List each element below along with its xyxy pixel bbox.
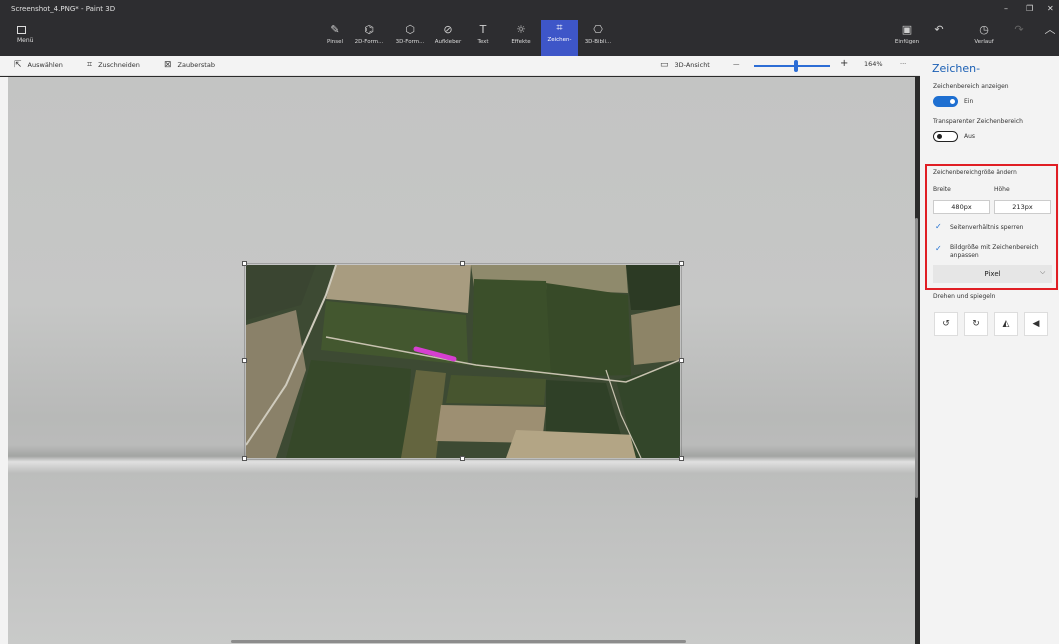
transparent-canvas-toggle[interactable] [933, 131, 958, 142]
canvas-handle-left[interactable] [242, 358, 247, 363]
show-canvas-state: Ein [964, 98, 974, 105]
history-icon: ◷ [979, 23, 989, 36]
canvas-panel: Zeichen- Zeichenbereich anzeigen Ein Tra… [920, 56, 1059, 644]
text-icon: T [479, 23, 487, 36]
brush-icon: ✎ [330, 23, 340, 36]
paste-button[interactable]: ▣ Einfügen [892, 22, 922, 54]
sticker-icon: ⊘ [443, 23, 453, 36]
3d-shapes-icon: ⬡ [405, 23, 415, 36]
history-button[interactable]: ◷ Verlauf [969, 22, 999, 54]
canvas-handle-top-right[interactable] [679, 261, 684, 266]
plus-icon: + [840, 58, 849, 69]
tool-effects[interactable]: ☼ Effekte [506, 22, 536, 54]
rotate-left-icon: ↺ [942, 319, 950, 329]
flip-vertical-button[interactable]: ◀ [1024, 312, 1048, 336]
zoom-slider-thumb[interactable] [793, 60, 798, 72]
flip-horizontal-button[interactable]: ◭ [994, 312, 1018, 336]
tool-3d-shapes[interactable]: ⬡ 3D-Form... [392, 22, 428, 54]
canvas-handle-bottom-left[interactable] [242, 456, 247, 461]
tool-canvas[interactable]: ⌗ Zeichen- [541, 20, 578, 56]
rotate-right-button[interactable]: ↻ [964, 312, 988, 336]
horizontal-scrollbar[interactable] [231, 640, 686, 643]
menu-icon [17, 26, 26, 34]
highlight-annotation [925, 164, 1058, 290]
window-title: Screenshot_4.PNG* - Paint 3D [11, 5, 116, 13]
panel-title: Zeichen- [932, 62, 981, 75]
undo-icon: ↶ [934, 23, 944, 36]
more-options-button[interactable]: ··· [900, 60, 906, 68]
canvas-handle-bottom[interactable] [460, 456, 465, 461]
minimize-icon[interactable]: – [1004, 4, 1008, 13]
workspace-edge [0, 77, 8, 644]
redo-icon: ↷ [1014, 23, 1024, 36]
rotate-left-button[interactable]: ↺ [934, 312, 958, 336]
redo-button[interactable]: ↷ [1011, 22, 1027, 54]
zoom-in-button[interactable]: + [840, 58, 848, 69]
canvas-handle-top[interactable] [460, 261, 465, 266]
rotate-right-icon: ↻ [972, 319, 980, 329]
select-button[interactable]: ⇱ Auswählen [14, 60, 63, 70]
tool-text[interactable]: T Text [470, 22, 496, 54]
tool-brushes[interactable]: ✎ Pinsel [322, 22, 348, 54]
2d-shapes-icon: ⌬ [364, 23, 374, 36]
transparent-canvas-label: Transparenter Zeichenbereich [933, 118, 1023, 125]
tool-stickers[interactable]: ⊘ Aufkleber [431, 22, 465, 54]
cursor-icon: ⇱ [14, 60, 22, 70]
more-icon: ··· [900, 60, 907, 68]
zoom-slider-track[interactable] [754, 65, 830, 67]
menu-label: Menü [17, 37, 34, 44]
effects-icon: ☼ [516, 23, 526, 36]
magic-select-button[interactable]: ⊠ Zauberstab [164, 60, 215, 70]
close-icon[interactable]: ✕ [1047, 4, 1054, 13]
flip-horizontal-icon: ◭ [1002, 319, 1010, 329]
show-canvas-label: Zeichenbereich anzeigen [933, 83, 1009, 90]
tool-3d-library[interactable]: ⎔ 3D-Bibli... [581, 22, 615, 54]
3d-view-button[interactable]: ▭ 3D-Ansicht [660, 60, 710, 70]
undo-button[interactable]: ↶ [930, 22, 948, 54]
flip-vertical-icon: ◀ [1032, 319, 1040, 329]
show-canvas-toggle[interactable] [933, 96, 958, 107]
collapse-ribbon-button[interactable]: ︿ [1043, 22, 1057, 54]
transparent-canvas-state: Aus [964, 133, 976, 140]
tool-2d-shapes[interactable]: ⌬ 2D-Form... [351, 22, 387, 54]
toolbar: ⇱ Auswählen ⌗ Zuschneiden ⊠ Zauberstab ▭… [0, 56, 920, 76]
rotate-flip-title: Drehen und spiegeln [933, 293, 996, 300]
canvas-icon: ⌗ [556, 21, 563, 34]
chevron-up-icon: ︿ [1044, 23, 1056, 36]
crop-button[interactable]: ⌗ Zuschneiden [87, 60, 140, 70]
vertical-scrollbar[interactable] [915, 218, 918, 498]
aerial-photo [246, 265, 680, 458]
canvas-handle-bottom-right[interactable] [679, 456, 684, 461]
magic-select-icon: ⊠ [164, 60, 172, 70]
crop-icon: ⌗ [87, 60, 93, 70]
3d-library-icon: ⎔ [593, 23, 603, 36]
zoom-value: 164% [864, 60, 883, 68]
clipboard-icon: ▣ [901, 23, 913, 36]
menu-button[interactable]: Menü [12, 22, 44, 50]
zoom-out-button[interactable]: — [733, 60, 740, 68]
minus-icon: — [733, 60, 740, 68]
title-bar: Screenshot_4.PNG* - Paint 3D Menü ✎ Pins… [0, 0, 1059, 56]
canvas-handle-right[interactable] [679, 358, 684, 363]
maximize-icon[interactable]: ❐ [1026, 4, 1033, 13]
canvas-handle-top-left[interactable] [242, 261, 247, 266]
canvas-image[interactable] [246, 265, 680, 458]
3d-view-icon: ▭ [660, 60, 669, 70]
